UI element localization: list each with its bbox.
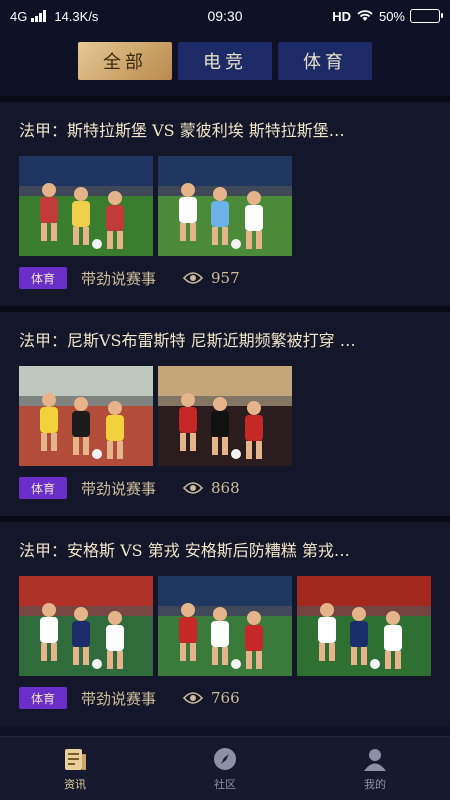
- article-thumbnail[interactable]: [19, 576, 153, 676]
- article-thumbnails: [19, 156, 431, 256]
- article-card[interactable]: 法甲：斯特拉斯堡 VS 蒙彼利埃 斯特拉斯堡… 体育 带劲说赛事 957: [0, 96, 450, 306]
- compass-icon: [211, 745, 239, 773]
- article-source: 带劲说赛事: [81, 479, 157, 498]
- battery-icon: [410, 9, 443, 23]
- article-meta: 体育 带劲说赛事 957: [19, 266, 431, 290]
- nav-item-2[interactable]: 我的: [300, 737, 450, 800]
- category-tag: 体育: [19, 687, 67, 709]
- status-right: HD 50%: [280, 8, 443, 25]
- status-left: 4G 14.3K/s: [10, 9, 170, 24]
- article-thumbnail[interactable]: [19, 366, 153, 466]
- article-meta: 体育 带劲说赛事 766: [19, 686, 431, 710]
- article-thumbnails: [19, 576, 431, 676]
- nav-item-1[interactable]: 社区: [150, 737, 300, 800]
- article-thumbnail[interactable]: [19, 156, 153, 256]
- category-tag: 体育: [19, 267, 67, 289]
- article-thumbnail[interactable]: [158, 156, 292, 256]
- article-source: 带劲说赛事: [81, 269, 157, 288]
- article-thumbnails: [19, 366, 431, 466]
- hd-indicator: HD: [332, 8, 351, 24]
- nav-label: 我的: [364, 778, 386, 791]
- network-type: 4G: [10, 8, 28, 24]
- status-bar: 4G 14.3K/s 09:30 HD 50%: [0, 0, 450, 32]
- news-feed[interactable]: 法甲：斯特拉斯堡 VS 蒙彼利埃 斯特拉斯堡… 体育 带劲说赛事 957 法甲：尼斯VS…: [0, 96, 450, 736]
- view-count: 868: [211, 479, 240, 497]
- article-thumbnail[interactable]: [297, 576, 431, 676]
- article-card[interactable]: 法甲：尼斯VS布雷斯特 尼斯近期频繁被打穿 … 体育 带劲说赛事 868: [0, 306, 450, 516]
- status-time: 09:30: [207, 8, 243, 24]
- article-title[interactable]: 法甲：尼斯VS布雷斯特 尼斯近期频繁被打穿 …: [19, 326, 423, 356]
- eye-icon: [183, 481, 203, 495]
- wifi-icon: [356, 8, 374, 25]
- battery-percent: 50%: [378, 8, 405, 24]
- nav-item-0[interactable]: 资讯: [0, 737, 150, 800]
- bottom-nav: 资讯 社区 我的: [0, 736, 450, 800]
- category-tabs: 全部 电竞 体育: [0, 42, 450, 82]
- tab-1[interactable]: 电竞: [178, 42, 272, 80]
- tab-2[interactable]: 体育: [278, 42, 372, 80]
- article-title[interactable]: 法甲：斯特拉斯堡 VS 蒙彼利埃 斯特拉斯堡…: [19, 116, 423, 146]
- view-count: 766: [211, 689, 240, 707]
- eye-icon: [183, 271, 203, 285]
- view-count: 957: [211, 269, 240, 287]
- tab-0[interactable]: 全部: [78, 42, 172, 80]
- news-icon: [61, 745, 89, 773]
- article-thumbnail[interactable]: [158, 576, 292, 676]
- article-source: 带劲说赛事: [81, 689, 157, 708]
- network-speed: 14.3K/s: [54, 8, 99, 24]
- category-tag: 体育: [19, 477, 67, 499]
- article-card[interactable]: 法甲：安格斯 VS 第戎 安格斯后防糟糕 第戎… 体育 带劲说赛事 766: [0, 516, 450, 726]
- article-thumbnail[interactable]: [158, 366, 292, 466]
- signal-icon: [31, 10, 47, 22]
- eye-icon: [183, 691, 203, 705]
- nav-label: 资讯: [64, 778, 86, 791]
- nav-label: 社区: [214, 778, 236, 791]
- article-meta: 体育 带劲说赛事 868: [19, 476, 431, 500]
- user-icon: [361, 745, 389, 773]
- article-title[interactable]: 法甲：安格斯 VS 第戎 安格斯后防糟糕 第戎…: [19, 536, 423, 566]
